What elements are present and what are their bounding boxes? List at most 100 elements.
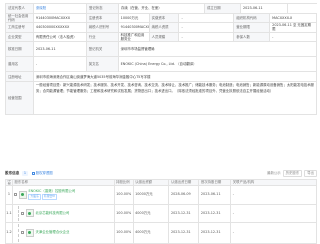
th-ratio: 持股比例 bbox=[115, 180, 134, 185]
label-legal-rep: 法定代表人 bbox=[6, 4, 34, 13]
label-industry: 行业 bbox=[86, 32, 119, 42]
industry-value: 科技推广和应用服务业 bbox=[119, 32, 150, 42]
shareholder-section-header: 股东信息 1 股权穿透图 最新公示 历史股东 导出 bbox=[5, 169, 317, 178]
row-name-cell: ENOKIC（香港）控股有限公司 大股东 有限合伙 bbox=[13, 185, 115, 204]
table-row: 1.1 北京芯能科技有限公司 100.00% 4000万元 2023-12-31… bbox=[6, 204, 318, 223]
collapse-toggle-icon[interactable] bbox=[21, 211, 25, 215]
label-staff-size: 人员规模 bbox=[149, 32, 180, 42]
info-row-2: 统一社会信用代码 91440300MACXXXX 注册资本 10000万元 实缴… bbox=[6, 13, 318, 24]
label-english-name: 英文名 bbox=[86, 57, 119, 72]
label-tax-qual: 纳税人资质 bbox=[149, 23, 180, 32]
row-ratio: 100.00% bbox=[115, 185, 134, 204]
th-date: 认缴出资日期 bbox=[169, 180, 200, 185]
status-value: 存续（在营、开业、在册） bbox=[119, 4, 205, 13]
founded-value: 2023-06-11 bbox=[241, 4, 288, 13]
row-index: 1.1 bbox=[6, 204, 13, 222]
label-authority: 登记机关 bbox=[86, 42, 119, 57]
history-button[interactable]: 历史股东 bbox=[282, 169, 303, 178]
label-company-type: 企业类型 bbox=[6, 32, 34, 42]
tag-major: 大股东 bbox=[28, 194, 41, 200]
insured-value: - bbox=[270, 32, 318, 42]
row-amount: 10000万元 bbox=[134, 185, 170, 204]
tree-line bbox=[18, 223, 20, 242]
label-approval-date: 核准日期 bbox=[6, 42, 34, 57]
company-type-value: 有限责任公司（法人独资） bbox=[34, 32, 87, 42]
info-row-6: 曾用名 - 英文名 ENOKIC (China) Energy Co., Ltd… bbox=[6, 57, 317, 73]
label-insured: 参保人数 bbox=[234, 32, 271, 42]
shareholder-link[interactable]: 天津企业管理合伙企业 bbox=[35, 230, 69, 234]
label-address: 注册地址 bbox=[6, 72, 34, 81]
company-logo-icon bbox=[18, 190, 27, 199]
scope-value: 一般经营项目是：新兴能源技术研发；技术服务、技术开发、技术咨询、技术交流、技术转… bbox=[34, 81, 317, 114]
label-paid-capital: 实缴资本 bbox=[149, 13, 180, 23]
row-related: - bbox=[231, 185, 318, 204]
tax-qual-value: - bbox=[179, 23, 235, 32]
th-index: 序号 bbox=[6, 180, 13, 185]
th-first: 首次持股日期 bbox=[199, 180, 232, 185]
info-row-3: 工商注册号 440300000XXXXXX 纳税人识别号 91440300MAC… bbox=[6, 23, 318, 33]
company-logo-icon bbox=[25, 209, 34, 217]
shareholder-link[interactable]: ENOKIC（香港）控股有限公司 bbox=[28, 189, 75, 193]
label-tax-id: 纳税人识别号 bbox=[86, 23, 119, 32]
authority-value: 深圳市市场监督管理局 bbox=[119, 42, 317, 57]
credit-code-value: 91440300MACXXXX bbox=[34, 13, 87, 23]
term-value: 2023-06-11 至 无固定期限 bbox=[270, 23, 318, 32]
table-row: 1 ENOKIC（香港）控股有限公司 大股东 有限合伙 100.00% 1000… bbox=[6, 185, 318, 205]
row-first: 2023-12-31 bbox=[199, 204, 232, 222]
collapse-toggle-icon[interactable] bbox=[21, 231, 25, 234]
equity-chart-link[interactable]: 股权穿透图 bbox=[31, 171, 53, 176]
label-org-code: 组织机构代码 bbox=[234, 13, 271, 23]
collapse-toggle-icon[interactable] bbox=[14, 193, 18, 196]
tax-id-value: 91440300MACXXXX bbox=[119, 23, 150, 32]
former-name-value: - bbox=[34, 57, 87, 72]
address-value: 深圳市前海深港合作区南山街道梦海大道5035号前海华润金融中心T5写字楼 bbox=[34, 72, 317, 81]
info-row-5: 核准日期 2023-06-11 登记机关 深圳市市场监督管理局 bbox=[6, 42, 317, 58]
chart-icon bbox=[31, 171, 35, 175]
label-former-name: 曾用名 bbox=[6, 57, 34, 72]
english-name-value: ENOKIC (China) Energy Co., Ltd. （自动翻译） bbox=[119, 57, 317, 72]
legal-rep-link[interactable]: 张晓阳 bbox=[34, 4, 87, 13]
company-logo-icon bbox=[25, 228, 34, 237]
row-amount: 4000万元 bbox=[134, 204, 170, 222]
approval-date-value: 2023-06-11 bbox=[34, 42, 87, 57]
company-profile-view: 法定代表人 张晓阳 登记状态 存续（在营、开业、在册） 成立日期 2023-06… bbox=[0, 0, 320, 244]
row-name-cell: 北京芯能科技有限公司 bbox=[13, 204, 115, 222]
tree-line bbox=[18, 205, 20, 221]
row-first: 2023-06-11 bbox=[199, 185, 232, 204]
label-credit-code: 统一社会信用代码 bbox=[6, 13, 34, 23]
info-row-scope: 经营范围 一般经营项目是：新兴能源技术研发；技术服务、技术开发、技术咨询、技术交… bbox=[6, 81, 317, 115]
section-actions: 最新公示 历史股东 导出 bbox=[267, 169, 317, 178]
reg-number-value: 440300000XXXXXX bbox=[34, 23, 87, 32]
table-row: 1.2 天津企业管理合伙企业 100.00% 4000万元 2023-12-31… bbox=[6, 222, 318, 244]
info-row-4: 企业类型 有限责任公司（法人独资） 行业 科技推广和应用服务业 人员规模 - 参… bbox=[6, 32, 318, 43]
label-scope: 经营范围 bbox=[6, 81, 34, 114]
th-related: 关联产品/机构 bbox=[231, 180, 318, 185]
tag-type: 有限合伙 bbox=[41, 194, 58, 200]
org-code-value: MACXXXX-X bbox=[270, 13, 318, 23]
staff-size-value: - bbox=[179, 32, 235, 42]
label-founded: 成立日期 bbox=[205, 4, 241, 13]
info-row-7: 注册地址 深圳市前海深港合作区南山街道梦海大道5035号前海华润金融中心T5写字… bbox=[6, 72, 317, 82]
export-button[interactable]: 导出 bbox=[304, 169, 317, 178]
business-info-grid: 法定代表人 张晓阳 登记状态 存续（在营、开业、在册） 成立日期 2023-06… bbox=[5, 3, 318, 115]
row-index: 1 bbox=[6, 185, 13, 204]
equity-chart-label: 股权穿透图 bbox=[35, 171, 53, 176]
section-count-badge: 1 bbox=[22, 171, 28, 176]
row-date: 2028-06-09 bbox=[169, 185, 200, 204]
label-term: 营业期限 bbox=[234, 23, 271, 32]
latest-notice-label: 最新公示 bbox=[267, 171, 281, 176]
shareholder-link[interactable]: 北京芯能科技有限公司 bbox=[35, 211, 69, 215]
row-ratio: 100.00% bbox=[115, 204, 134, 222]
shareholder-table: 序号 股东名称 持股比例 认缴出资额 认缴出资日期 首次持股日期 关联产品/机构… bbox=[5, 179, 318, 244]
label-reg-number: 工商注册号 bbox=[6, 23, 34, 32]
row-date: 2023-12-31 bbox=[169, 204, 200, 222]
label-reg-capital: 注册资本 bbox=[86, 13, 119, 23]
paid-capital-value: - bbox=[179, 13, 235, 23]
row-related: - bbox=[231, 204, 318, 222]
info-row-1: 法定代表人 张晓阳 登记状态 存续（在营、开业、在册） 成立日期 2023-06… bbox=[6, 4, 317, 14]
reg-capital-value: 10000万元 bbox=[119, 13, 150, 23]
th-amount: 认缴出资额 bbox=[134, 180, 170, 185]
section-title: 股东信息 bbox=[5, 171, 20, 176]
label-status: 登记状态 bbox=[87, 4, 119, 13]
th-name: 股东名称 bbox=[13, 180, 115, 185]
